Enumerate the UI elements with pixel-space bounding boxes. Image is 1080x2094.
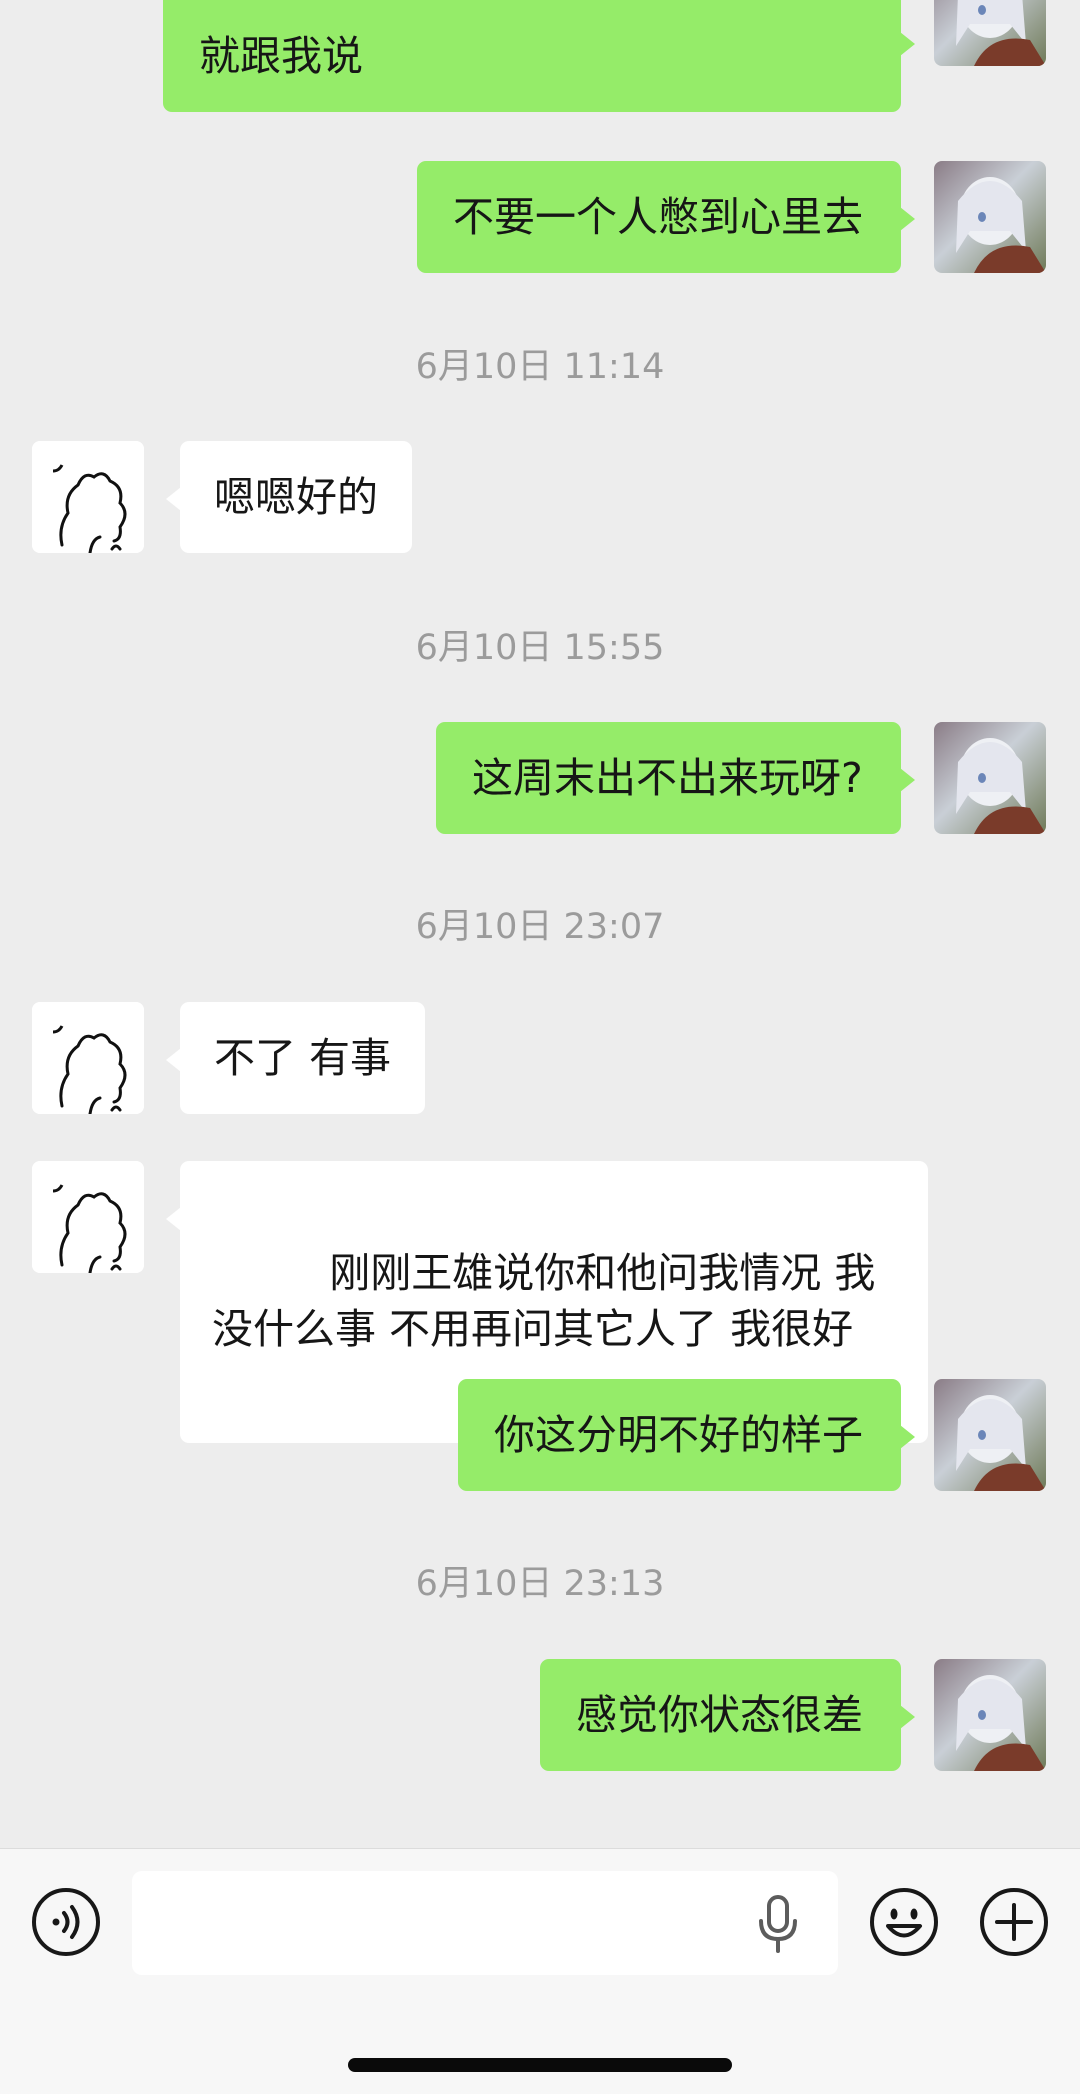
timestamp: 6月10日 15:55 (415, 628, 665, 668)
voice-mode-icon (32, 1888, 100, 1956)
contact-avatar[interactable] (32, 1002, 144, 1114)
cat-outline-avatar-image (32, 1161, 144, 1273)
chat-screen: 就跟我说 不要一个人憋到心里去 6月10日 11:14 嗯嗯好的 6月10日 1… (0, 0, 1080, 2094)
emoji-button[interactable] (869, 1887, 939, 1957)
message-bubble-self[interactable]: 这周末出不出来玩呀? (436, 722, 915, 834)
message-bubble-self[interactable]: 你这分明不好的样子 (458, 1379, 915, 1491)
message-text: 刚刚王雄说你和他问我情况 我没什么事 不用再问其它人了 我很好 (212, 1249, 876, 1353)
anime-girl-avatar-image (934, 0, 1046, 66)
self-avatar[interactable] (934, 722, 1046, 834)
timestamp: 6月10日 11:14 (415, 347, 665, 387)
microphone-button[interactable] (756, 1895, 800, 1953)
message-bubble-other[interactable]: 嗯嗯好的 (166, 441, 412, 553)
message-list[interactable]: 就跟我说 不要一个人憋到心里去 6月10日 11:14 嗯嗯好的 6月10日 1… (0, 0, 1080, 1848)
cat-outline-avatar-image (32, 441, 144, 553)
message-bubble-self[interactable]: 不要一个人憋到心里去 (417, 161, 915, 273)
home-indicator[interactable] (348, 2058, 732, 2072)
timestamp: 6月10日 23:07 (415, 907, 665, 947)
self-avatar[interactable] (934, 1379, 1046, 1491)
cat-outline-avatar-image (32, 1002, 144, 1114)
plus-icon (980, 1888, 1048, 1956)
anime-girl-avatar-image (934, 722, 1046, 834)
self-avatar[interactable] (934, 161, 1046, 273)
anime-girl-avatar-image (934, 161, 1046, 273)
message-text: 你这分明不好的样子 (494, 1411, 863, 1459)
self-avatar[interactable] (934, 1659, 1046, 1771)
message-bubble-self[interactable]: 感觉你状态很差 (540, 1659, 915, 1771)
message-text: 就跟我说 (199, 32, 363, 80)
timestamp: 6月10日 23:13 (415, 1564, 665, 1604)
message-bubble-self[interactable]: 就跟我说 (163, 0, 915, 112)
message-text: 不要一个人憋到心里去 (453, 193, 863, 241)
anime-girl-avatar-image (934, 1379, 1046, 1491)
message-text: 感觉你状态很差 (576, 1691, 863, 1739)
chat-input-bar (0, 1848, 1080, 2094)
self-avatar[interactable] (934, 0, 1046, 66)
emoji-icon (870, 1888, 938, 1956)
more-options-button[interactable] (979, 1887, 1049, 1957)
voice-mode-button[interactable] (31, 1887, 101, 1957)
message-input[interactable] (132, 1871, 838, 1975)
message-text: 嗯嗯好的 (214, 473, 378, 521)
message-text: 这周末出不出来玩呀? (472, 754, 863, 802)
microphone-icon (759, 1895, 797, 1953)
contact-avatar[interactable] (32, 1161, 144, 1273)
message-bubble-other[interactable]: 不了 有事 (165, 1002, 426, 1114)
anime-girl-avatar-image (934, 1659, 1046, 1771)
contact-avatar[interactable] (32, 441, 144, 553)
message-text: 不了 有事 (214, 1034, 392, 1082)
